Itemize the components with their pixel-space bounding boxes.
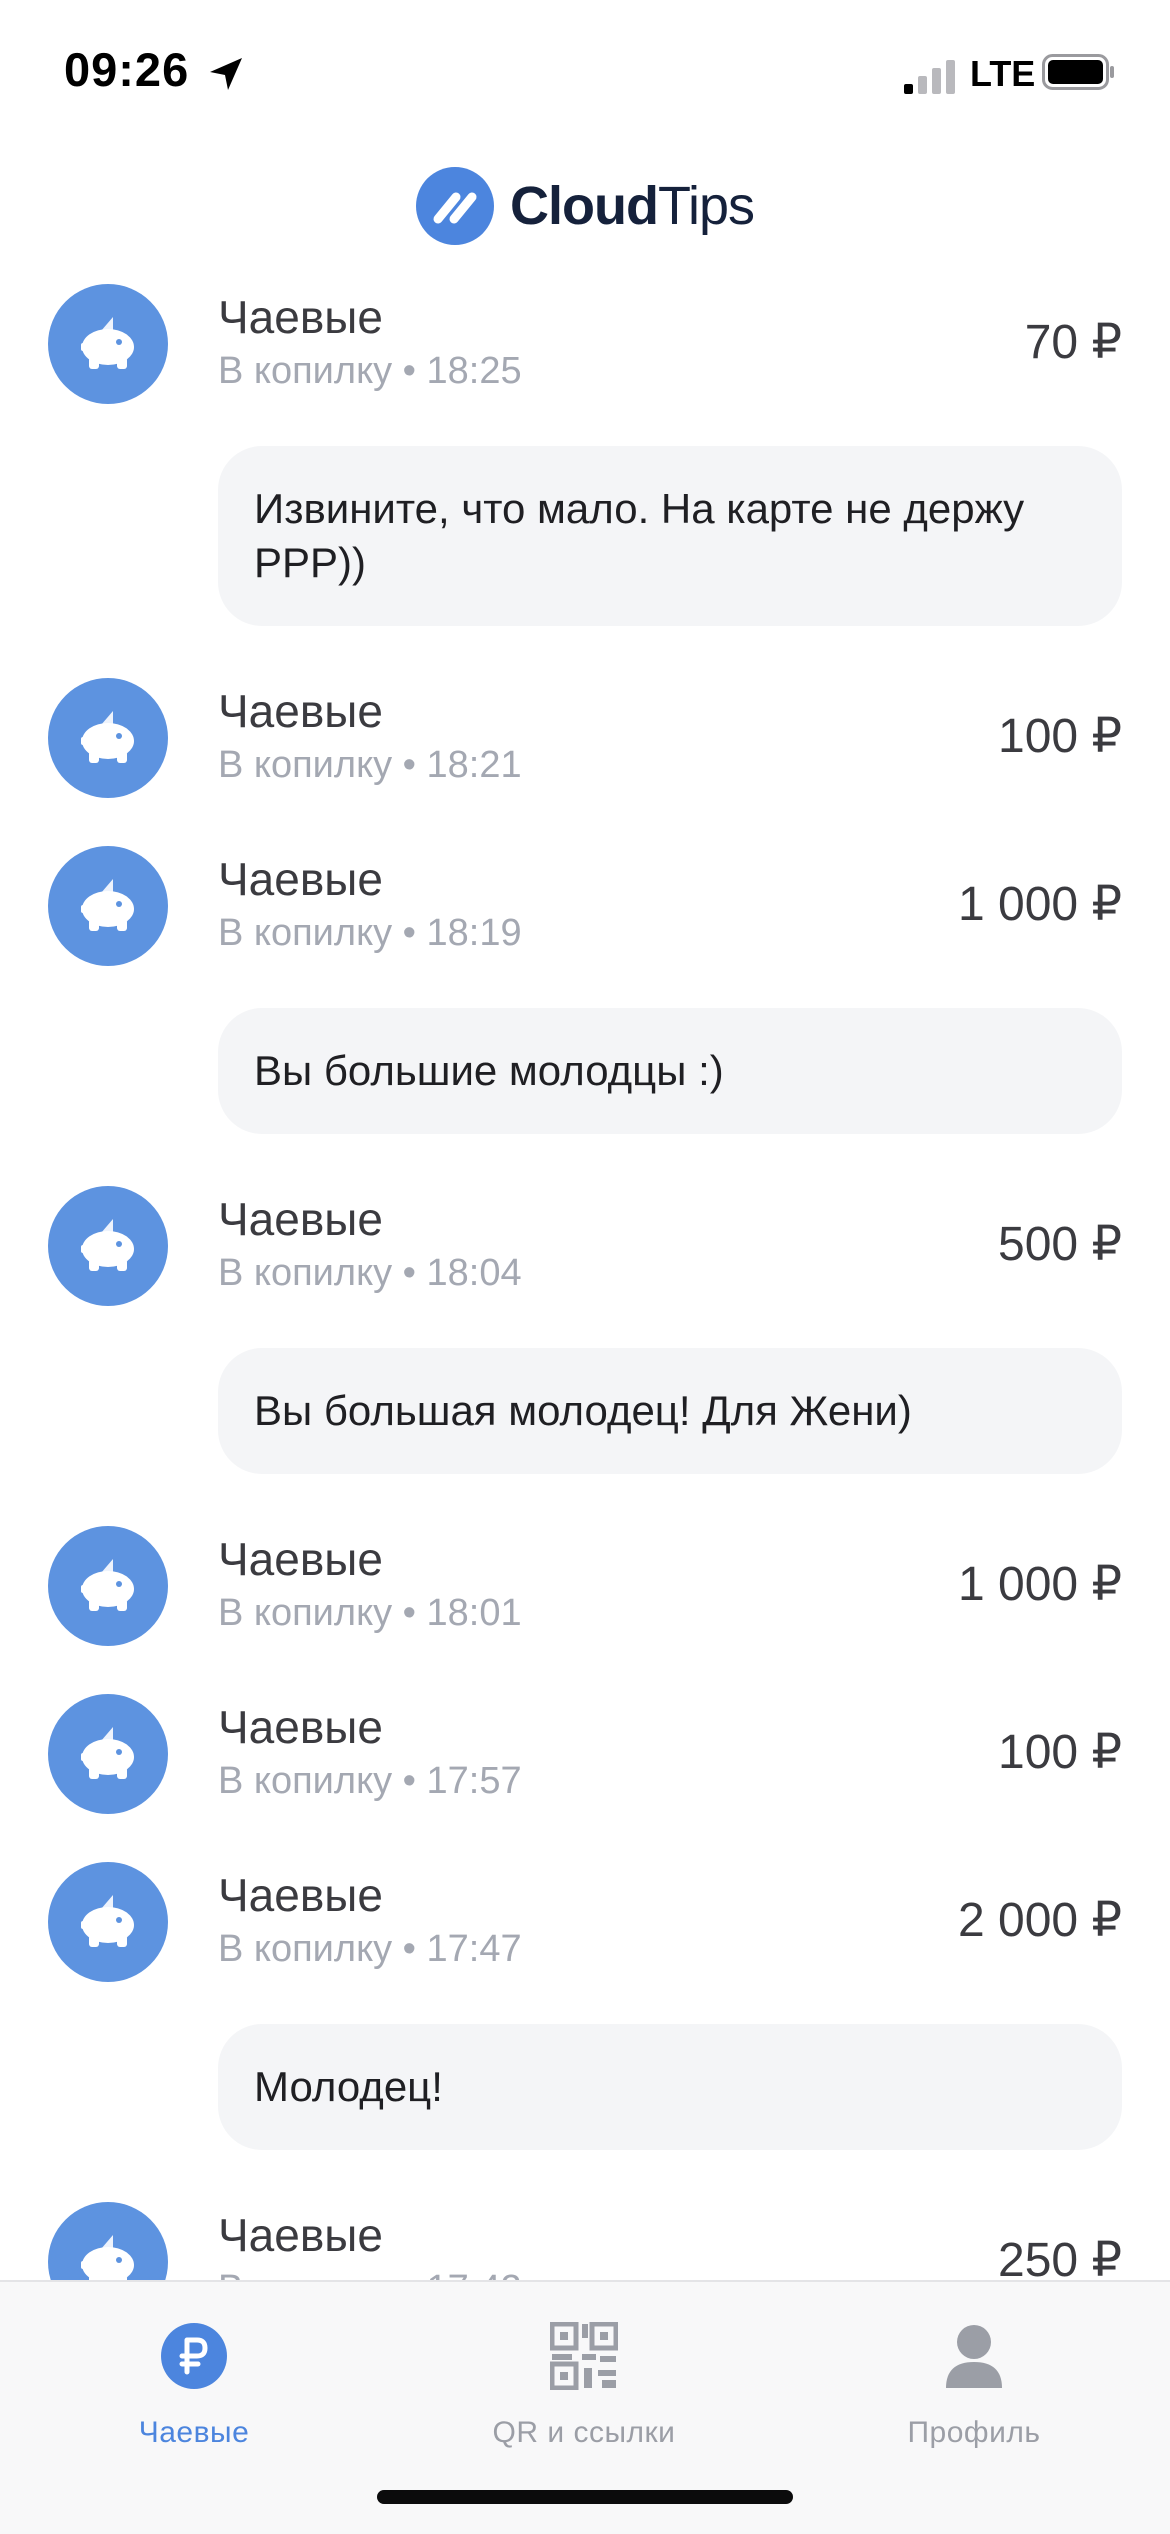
- tip-row[interactable]: Чаевые В копилку • 18:19 1 000 ₽: [0, 824, 1170, 992]
- piggy-bank-icon: [48, 1186, 168, 1306]
- piggy-bank-icon: [48, 678, 168, 798]
- tip-amount: 70 ₽: [1024, 316, 1122, 369]
- tip-title: Чаевые: [218, 291, 383, 343]
- battery-icon: [1042, 54, 1114, 90]
- tip-amount: 2 000 ₽: [958, 1894, 1122, 1947]
- home-indicator[interactable]: [377, 2490, 793, 2504]
- tip-subtitle: В копилку • 18:21: [218, 744, 522, 786]
- person-icon: [946, 2325, 1002, 2388]
- tip-amount: 100 ₽: [998, 710, 1122, 763]
- location-arrow-icon: [210, 58, 242, 90]
- network-type: LTE: [970, 53, 1036, 94]
- piggy-bank-icon: [48, 1862, 168, 1982]
- tip-amount: 1 000 ₽: [958, 878, 1122, 931]
- tab-profile-label: Профиль: [907, 2416, 1041, 2449]
- tips-feed[interactable]: Чаевые В копилку • 18:25 70 ₽ Извините, …: [0, 262, 1170, 2348]
- tip-title: Чаевые: [218, 1533, 383, 1585]
- tab-profile[interactable]: Профиль: [824, 2316, 1124, 2450]
- brand-name-regular: Tips: [657, 176, 755, 236]
- tip-subtitle: В копилку • 17:47: [218, 1928, 522, 1970]
- tip-row[interactable]: Чаевые В копилку • 17:57 100 ₽: [0, 1672, 1170, 1840]
- piggy-bank-icon: [48, 1526, 168, 1646]
- ruble-coin-icon: [161, 2323, 227, 2389]
- tip-row[interactable]: Чаевые В копилку • 18:21 100 ₽: [0, 656, 1170, 824]
- tip-amount: 100 ₽: [998, 1726, 1122, 1779]
- app-header: CloudTips: [0, 166, 1170, 246]
- tip-title: Чаевые: [218, 2209, 383, 2261]
- tip-row[interactable]: Чаевые В копилку • 17:47 2 000 ₽: [0, 1840, 1170, 2008]
- status-bar: 09:26 LTE: [0, 0, 1170, 150]
- tip-subtitle: В копилку • 17:57: [218, 1760, 522, 1802]
- tip-title: Чаевые: [218, 853, 383, 905]
- tip-message: Извините, что мало. На карте не держу РР…: [218, 446, 1122, 626]
- tab-tips-label: Чаевые: [138, 2416, 250, 2449]
- status-time: 09:26: [64, 43, 190, 96]
- piggy-bank-icon: [48, 284, 168, 404]
- tip-message: Молодец!: [218, 2024, 1122, 2150]
- tip-subtitle: В копилку • 18:25: [218, 350, 522, 392]
- piggy-bank-icon: [48, 846, 168, 966]
- tip-message: Вы большая молодец! Для Жени): [218, 1348, 1122, 1474]
- cloudtips-logo-icon: [416, 167, 494, 245]
- tip-amount: 1 000 ₽: [958, 1558, 1122, 1611]
- tip-subtitle: В копилку • 18:19: [218, 912, 522, 954]
- tip-amount: 500 ₽: [998, 1218, 1122, 1271]
- tip-subtitle: В копилку • 18:04: [218, 1252, 522, 1294]
- tip-subtitle: В копилку • 18:01: [218, 1592, 522, 1634]
- tip-message: Вы большие молодцы :): [218, 1008, 1122, 1134]
- tip-title: Чаевые: [218, 1701, 383, 1753]
- tab-tips[interactable]: Чаевые: [44, 2316, 344, 2450]
- tip-row[interactable]: Чаевые В копилку • 18:01 1 000 ₽: [0, 1504, 1170, 1672]
- qr-code-icon: [550, 2322, 618, 2390]
- brand-name-bold: Cloud: [510, 176, 659, 236]
- tip-title: Чаевые: [218, 1193, 383, 1245]
- brand-name: CloudTips: [510, 175, 755, 237]
- tip-row[interactable]: Чаевые В копилку • 18:25 70 ₽: [0, 262, 1170, 430]
- piggy-bank-icon: [48, 1694, 168, 1814]
- tip-title: Чаевые: [218, 1869, 383, 1921]
- tip-title: Чаевые: [218, 685, 383, 737]
- tip-row[interactable]: Чаевые В копилку • 18:04 500 ₽: [0, 1164, 1170, 1332]
- tab-qr-label: QR и ссылки: [492, 2416, 676, 2449]
- cellular-signal-icon: [904, 60, 955, 94]
- tab-qr-links[interactable]: QR и ссылки: [434, 2316, 734, 2450]
